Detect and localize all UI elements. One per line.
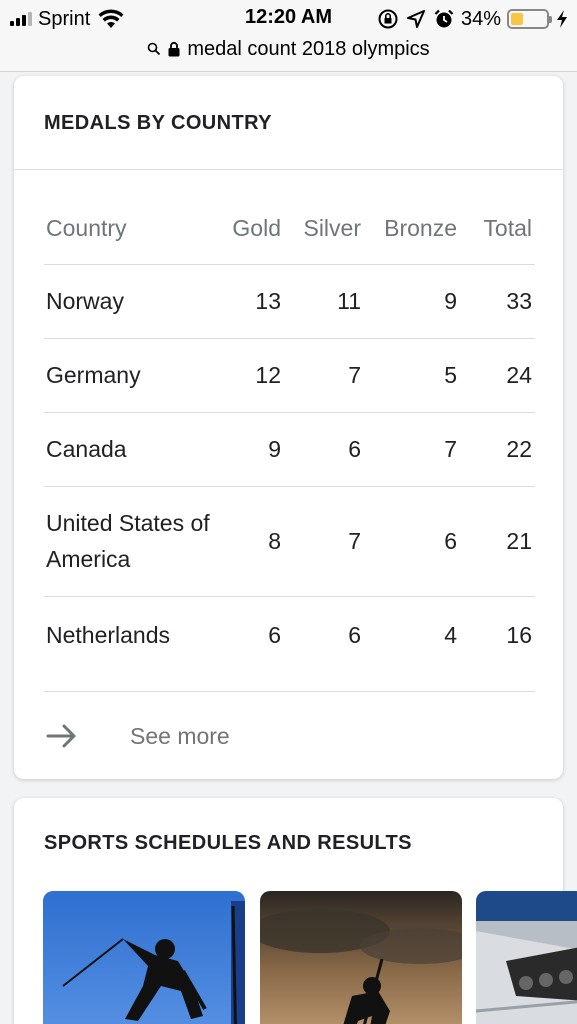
battery-icon: [507, 9, 552, 29]
country-name: United States of America: [44, 486, 219, 597]
country-name: Netherlands: [46, 622, 171, 649]
divider: [44, 691, 535, 692]
header-total: Total: [460, 194, 535, 265]
total-count: 21: [460, 486, 535, 597]
total-count: 33: [460, 264, 535, 339]
see-more-label: See more: [130, 722, 230, 749]
header-silver: Silver: [284, 194, 364, 265]
total-count: 22: [460, 412, 535, 487]
country-name: Germany: [44, 338, 219, 413]
table-row[interactable]: Norway 13 11 9 33: [44, 264, 535, 339]
header-bronze: Bronze: [364, 194, 460, 265]
table-row[interactable]: Canada 9 6 7 22: [44, 412, 535, 487]
gold-count: 12: [219, 338, 284, 413]
divider: [14, 169, 563, 170]
search-icon: [148, 42, 161, 56]
url-text: medal count 2018 olympics: [187, 37, 430, 60]
alpine-skiing-image[interactable]: [43, 891, 245, 1024]
country-name: Norway: [44, 264, 219, 339]
table-row[interactable]: Germany 12 7 5 24: [44, 338, 535, 413]
silver-count: 11: [284, 264, 364, 339]
bronze-count: 5: [364, 338, 460, 413]
alarm-icon: [434, 9, 454, 28]
gold-count: 13: [219, 264, 284, 339]
bronze-count: 9: [364, 264, 460, 339]
header-country: Country: [44, 194, 219, 265]
silver-count: 7: [284, 338, 364, 413]
table-header-row: Country Gold Silver Bronze Total: [44, 194, 535, 265]
orientation-lock-icon: [378, 9, 398, 29]
table-row[interactable]: Netherlands 6 6 4 16: [44, 596, 535, 674]
total-count: 24: [460, 338, 535, 413]
bobsleigh-image[interactable]: [476, 891, 577, 1024]
url-bar[interactable]: medal count 2018 olympics: [0, 36, 577, 62]
bronze-count: 6: [364, 486, 460, 597]
silver-count: 7: [284, 486, 364, 597]
silver-count: 6: [284, 412, 364, 487]
arrow-right-icon: [46, 724, 76, 748]
medal-table: Country Gold Silver Bronze Total Norway …: [44, 194, 535, 674]
country-name: Canada: [44, 412, 219, 487]
status-bar: Sprint 12:20 AM 34% medal count 2018 oly…: [0, 0, 577, 72]
location-icon: [406, 10, 425, 28]
lock-icon: [168, 41, 180, 57]
table-row[interactable]: United States of America 8 7 6 21: [44, 486, 535, 597]
total-count: 16: [506, 621, 532, 648]
status-right: 34%: [377, 6, 569, 32]
gold-count: 6: [268, 621, 281, 648]
battery-percent: 34%: [460, 7, 501, 30]
charging-icon: [557, 10, 567, 28]
medals-card: MEDALS BY COUNTRY Country Gold Silver Br…: [14, 76, 563, 779]
snowboarding-image[interactable]: [260, 891, 462, 1024]
battery-level: [511, 13, 523, 25]
silver-count: 6: [348, 621, 361, 648]
bronze-count: 4: [444, 621, 457, 648]
header-gold: Gold: [219, 194, 284, 265]
sports-schedule-card: SPORTS SCHEDULES AND RESULTS: [14, 798, 577, 1024]
see-more-link[interactable]: See more: [44, 716, 230, 756]
gold-count: 8: [219, 486, 284, 597]
sports-card-title: SPORTS SCHEDULES AND RESULTS: [44, 832, 412, 854]
gold-count: 9: [219, 412, 284, 487]
bronze-count: 7: [364, 412, 460, 487]
medals-card-title: MEDALS BY COUNTRY: [44, 112, 272, 134]
